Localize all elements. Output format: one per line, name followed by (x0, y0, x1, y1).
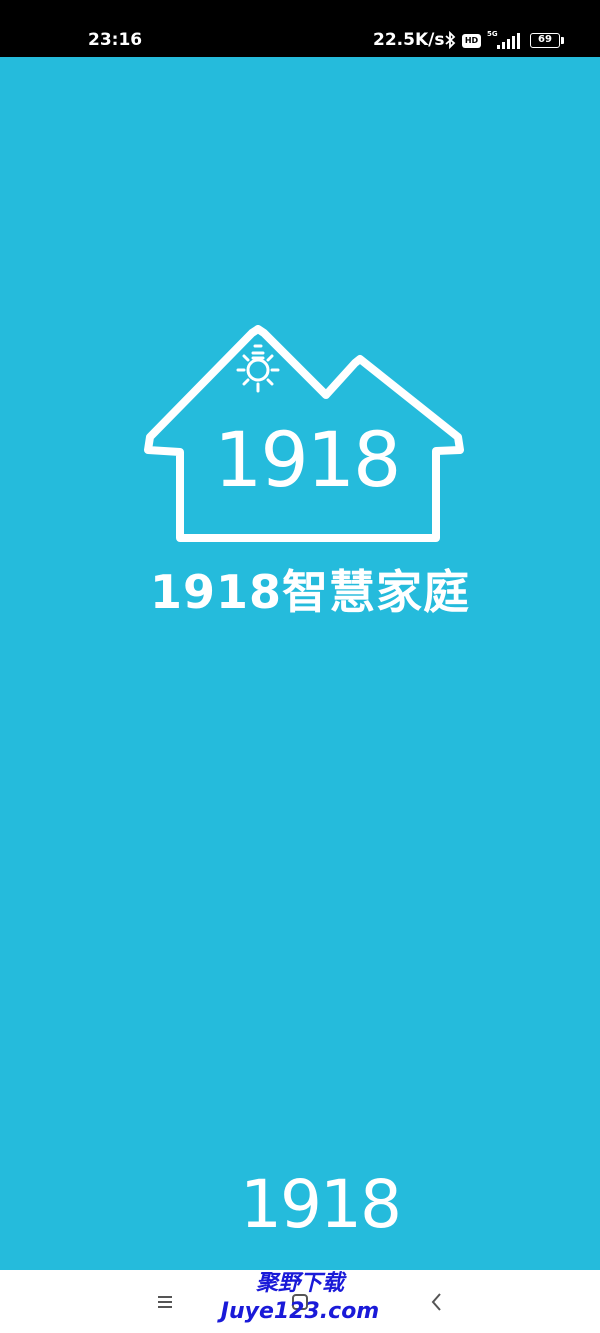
battery-tip (561, 37, 564, 44)
status-time: 23:16 (88, 30, 143, 50)
battery-icon: 69 (530, 33, 560, 48)
lightbulb-icon (236, 344, 280, 393)
signal-icon (497, 33, 520, 49)
network-speed: 22.5K/s (373, 30, 445, 50)
status-bar: 23:16 22.5K/s HD 5G 69 (0, 0, 600, 57)
watermark: 聚野下载 Juye123.com (0, 1270, 600, 1326)
footer-logo: 1918 (240, 1166, 402, 1243)
watermark-line2: Juye123.com (220, 1299, 380, 1324)
app-title: 1918智慧家庭 (150, 565, 471, 619)
bluetooth-icon (445, 31, 456, 49)
watermark-line1: 聚野下载 (255, 1271, 344, 1296)
hd-icon: HD (462, 34, 481, 48)
house-logo-number: 1918 (214, 415, 401, 504)
